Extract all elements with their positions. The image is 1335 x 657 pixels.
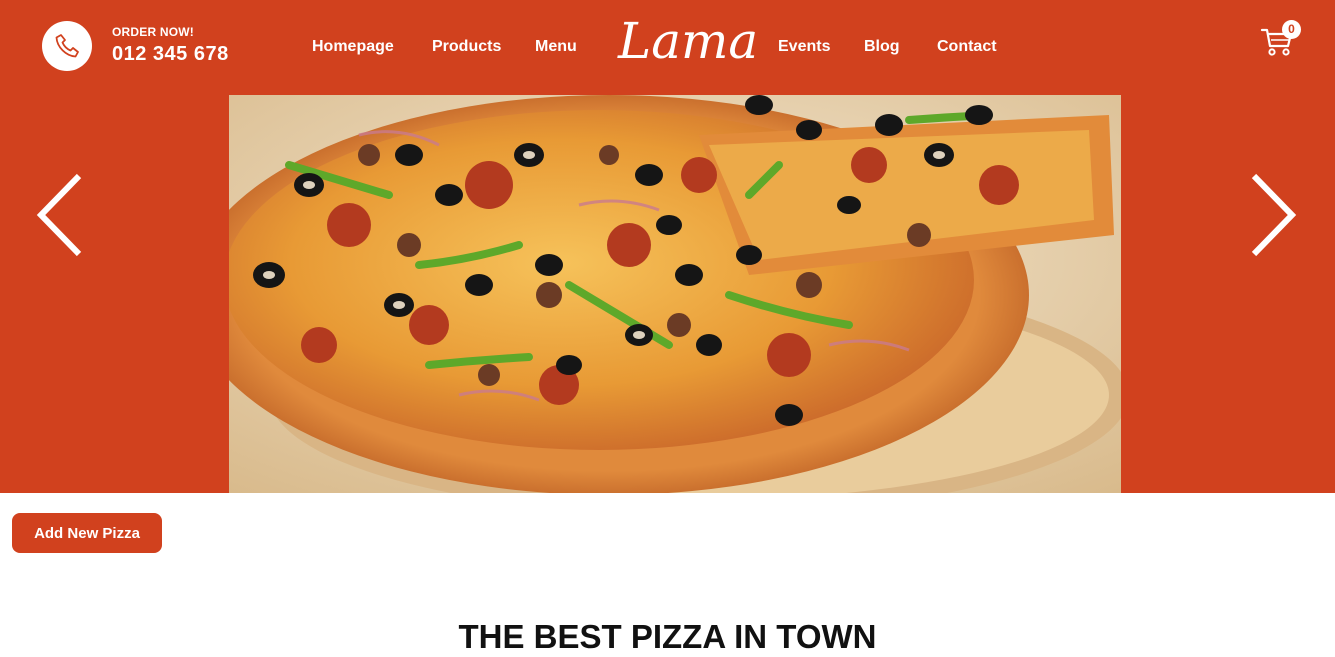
top-navbar: ORDER NOW! 012 345 678 Homepage Products…: [0, 0, 1335, 95]
order-now-label: ORDER NOW!: [112, 25, 194, 39]
nav-blog[interactable]: Blog: [864, 38, 900, 56]
nav-events[interactable]: Events: [778, 38, 830, 56]
arrow-right-icon[interactable]: [1248, 173, 1298, 257]
add-new-pizza-button[interactable]: Add New Pizza: [12, 513, 162, 553]
page-title: THE BEST PIZZA IN TOWN: [458, 618, 877, 655]
cart-count-badge: 0: [1282, 20, 1301, 39]
nav-products[interactable]: Products: [432, 38, 501, 56]
pizza-image: [229, 95, 1121, 493]
hero-slider: [0, 95, 1335, 493]
logo[interactable]: Lama: [618, 8, 758, 78]
nav-contact[interactable]: Contact: [937, 38, 997, 56]
phone-button[interactable]: [42, 21, 92, 71]
nav-menu[interactable]: Menu: [535, 38, 577, 56]
nav-homepage[interactable]: Homepage: [312, 38, 394, 56]
phone-number: 012 345 678: [112, 43, 229, 65]
arrow-left-icon[interactable]: [35, 173, 85, 257]
phone-icon: [55, 34, 79, 58]
